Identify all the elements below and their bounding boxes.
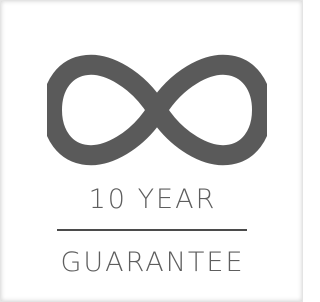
- divider: [57, 229, 247, 231]
- infinity-icon: [47, 54, 267, 166]
- guarantee-badge: 10 YEAR GUARANTEE: [0, 0, 303, 302]
- guarantee-label-text: GUARANTEE: [60, 247, 245, 278]
- guarantee-years-text: 10 YEAR: [88, 184, 217, 215]
